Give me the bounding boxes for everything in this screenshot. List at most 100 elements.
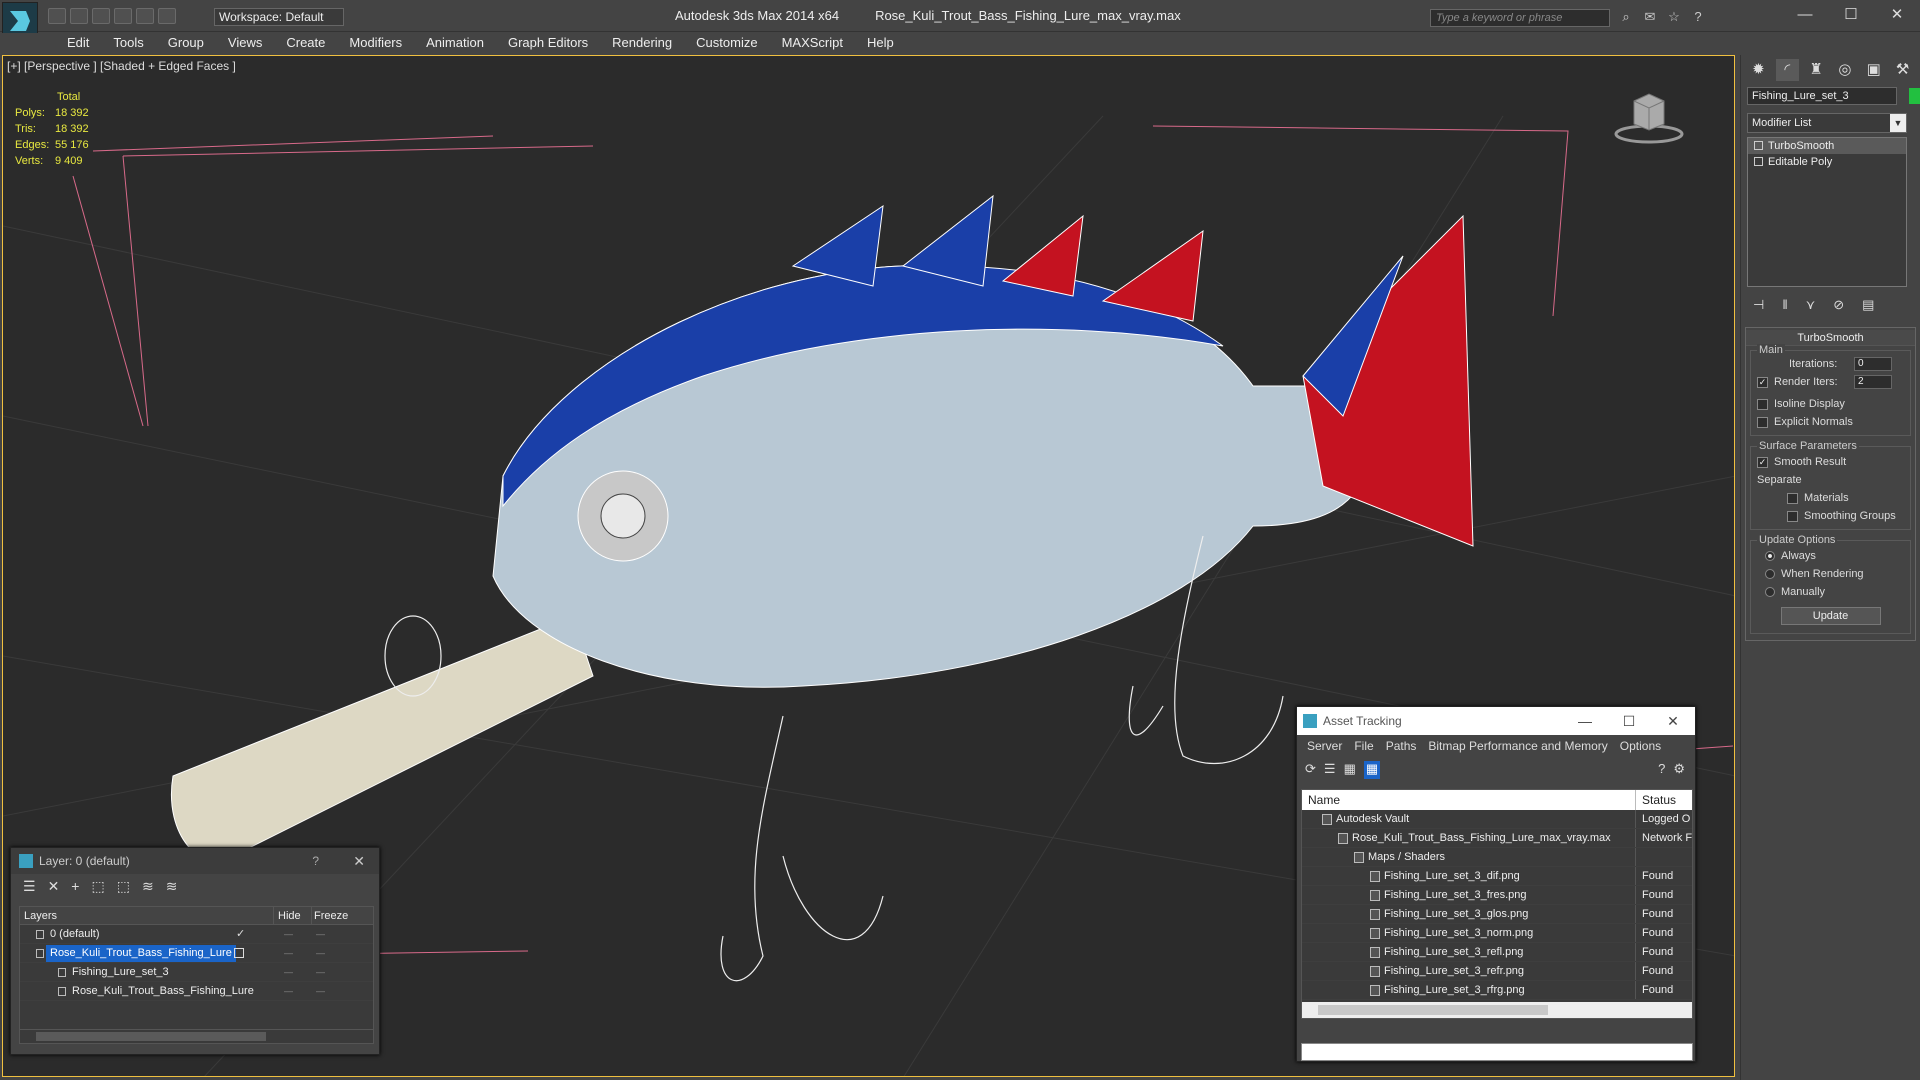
redo-icon[interactable]	[136, 8, 154, 24]
layer-row[interactable]: 0 (default) ✓ — —	[20, 925, 373, 944]
menu-item-maxscript[interactable]: MAXScript	[770, 33, 855, 55]
lightbulb-icon[interactable]	[1754, 141, 1763, 150]
minimize-button[interactable]: —	[1782, 0, 1828, 30]
object-color-swatch[interactable]	[1909, 87, 1920, 104]
modifier-stack[interactable]: TurboSmooth Editable Poly	[1747, 137, 1907, 287]
hide-toggle[interactable]: —	[284, 944, 298, 963]
remove-modifier-icon[interactable]: ⊘	[1833, 297, 1844, 313]
layer-window-header[interactable]: Layer: 0 (default) ? ✕	[11, 848, 379, 874]
manually-radio[interactable]	[1765, 587, 1775, 597]
tree-view-icon[interactable]: ▦	[1344, 761, 1356, 779]
update-button[interactable]: Update	[1780, 607, 1881, 625]
create-layer-icon[interactable]: ☰	[23, 878, 36, 896]
menu-item-group[interactable]: Group	[156, 33, 216, 55]
hide-toggle[interactable]: —	[284, 982, 298, 1001]
close-button[interactable]: ✕	[1874, 0, 1920, 30]
asset-window-header[interactable]: Asset Tracking — ☐ ✕	[1297, 707, 1695, 735]
stack-item-turbosmooth[interactable]: TurboSmooth	[1748, 138, 1906, 154]
scrollbar-thumb[interactable]	[36, 1032, 266, 1041]
help-icon[interactable]: ?	[1658, 761, 1665, 777]
pin-stack-icon[interactable]: ⊣	[1753, 297, 1764, 313]
freeze-toggle[interactable]: —	[316, 963, 330, 982]
isoline-checkbox[interactable]	[1757, 398, 1768, 410]
menu-item-edit[interactable]: Edit	[55, 33, 101, 55]
configure-sets-icon[interactable]: ▤	[1862, 297, 1874, 313]
object-name-field[interactable]: Fishing_Lure_set_3	[1747, 87, 1897, 105]
hide-column[interactable]: Hide	[274, 907, 312, 924]
render-iters-spinner[interactable]: 2	[1854, 375, 1892, 389]
search-input[interactable]: Type a keyword or phrase	[1430, 9, 1610, 27]
asset-menu-bitmap-performance-and-memory[interactable]: Bitmap Performance and Memory	[1422, 735, 1613, 757]
asset-row[interactable]: Maps / Shaders	[1302, 848, 1692, 867]
viewcube-icon[interactable]	[1614, 86, 1684, 146]
name-column[interactable]: Name	[1302, 790, 1636, 810]
modify-tab-icon[interactable]: ◜	[1775, 59, 1799, 81]
menu-item-help[interactable]: Help	[855, 33, 906, 55]
asset-row[interactable]: Fishing_Lure_set_3_refr.png Found	[1302, 962, 1692, 981]
table-view-icon[interactable]: ▦	[1363, 761, 1381, 779]
asset-row[interactable]: Rose_Kuli_Trout_Bass_Fishing_Lure_max_vr…	[1302, 829, 1692, 848]
freeze-toggle[interactable]: —	[316, 982, 330, 1001]
communication-center-icon[interactable]: ✉	[1642, 9, 1658, 25]
current-layer-checkbox[interactable]	[234, 948, 244, 958]
freeze-column[interactable]: Freeze	[312, 907, 350, 924]
asset-row[interactable]: Fishing_Lure_set_3_fres.png Found	[1302, 886, 1692, 905]
layer-list[interactable]: Layers Hide Freeze 0 (default) ✓ — — Rose_Ku…	[19, 906, 374, 1044]
menu-item-customize[interactable]: Customize	[684, 33, 769, 55]
asset-row[interactable]: Fishing_Lure_set_3_refl.png Found	[1302, 943, 1692, 962]
save-file-icon[interactable]	[92, 8, 110, 24]
binoculars-icon[interactable]: ⌕	[1618, 9, 1634, 25]
menu-item-tools[interactable]: Tools	[101, 33, 155, 55]
maximize-button[interactable]: ☐	[1607, 707, 1651, 735]
create-tab-icon[interactable]: ✹	[1747, 59, 1770, 81]
open-file-icon[interactable]	[70, 8, 88, 24]
layer-row[interactable]: Fishing_Lure_set_3 — —	[20, 963, 373, 982]
asset-menu-server[interactable]: Server	[1301, 735, 1348, 757]
menu-item-animation[interactable]: Animation	[414, 33, 496, 55]
undo-icon[interactable]	[114, 8, 132, 24]
smoothing-groups-checkbox[interactable]	[1787, 510, 1798, 522]
menu-item-views[interactable]: Views	[216, 33, 274, 55]
settings-icon[interactable]: ⚙	[1673, 761, 1685, 777]
asset-row[interactable]: Fishing_Lure_set_3_norm.png Found	[1302, 924, 1692, 943]
menu-item-graph-editors[interactable]: Graph Editors	[496, 33, 600, 55]
horizontal-scrollbar[interactable]	[1302, 1002, 1692, 1018]
hide-all-icon[interactable]: ≋	[142, 878, 154, 896]
modifier-list-dropdown[interactable]: Modifier List ▼	[1747, 113, 1907, 133]
maximize-button[interactable]: ☐	[1828, 0, 1874, 30]
hierarchy-tab-icon[interactable]: ♜	[1805, 59, 1828, 81]
scrollbar-thumb[interactable]	[1318, 1005, 1548, 1015]
minimize-button[interactable]: —	[1563, 707, 1607, 735]
asset-menu-file[interactable]: File	[1348, 735, 1379, 757]
freeze-toggle[interactable]: —	[316, 925, 330, 944]
new-file-icon[interactable]	[48, 8, 66, 24]
materials-checkbox[interactable]	[1787, 492, 1798, 504]
current-layer-check-icon[interactable]: ✓	[236, 925, 245, 944]
make-unique-icon[interactable]: ⋎	[1806, 297, 1816, 313]
asset-row[interactable]: Fishing_Lure_set_3_glos.png Found	[1302, 905, 1692, 924]
menu-item-modifiers[interactable]: Modifiers	[337, 33, 414, 55]
freeze-all-icon[interactable]: ≋	[166, 878, 178, 896]
when-rendering-radio[interactable]	[1765, 569, 1775, 579]
layer-row[interactable]: Rose_Kuli_Trout_Bass_Fishing_Lure — —	[20, 982, 373, 1001]
asset-menu-options[interactable]: Options	[1614, 735, 1667, 757]
explicit-normals-checkbox[interactable]	[1757, 416, 1768, 428]
hide-toggle[interactable]: —	[284, 963, 298, 982]
menu-item-rendering[interactable]: Rendering	[600, 33, 684, 55]
layers-column[interactable]: Layers	[20, 907, 274, 924]
always-radio[interactable]	[1765, 551, 1775, 561]
highlight-layer-icon[interactable]: ⬚	[117, 878, 130, 896]
utilities-tab-icon[interactable]: ⚒	[1891, 59, 1914, 81]
iterations-spinner[interactable]: 0	[1854, 357, 1892, 371]
asset-table[interactable]: Name Status Autodesk Vault Logged O Rose_K…	[1301, 789, 1693, 1019]
asset-row[interactable]: Autodesk Vault Logged O	[1302, 810, 1692, 829]
freeze-toggle[interactable]: —	[316, 944, 330, 963]
list-view-icon[interactable]: ☰	[1324, 761, 1336, 779]
expand-icon[interactable]	[1754, 157, 1763, 166]
asset-menu-paths[interactable]: Paths	[1380, 735, 1423, 757]
display-tab-icon[interactable]: ▣	[1862, 59, 1885, 81]
refresh-icon[interactable]: ⟳	[1305, 761, 1316, 779]
close-icon[interactable]: ✕	[353, 848, 365, 874]
smooth-result-checkbox[interactable]: ✓	[1757, 456, 1768, 468]
layer-row[interactable]: Rose_Kuli_Trout_Bass_Fishing_Lure — —	[20, 944, 373, 963]
